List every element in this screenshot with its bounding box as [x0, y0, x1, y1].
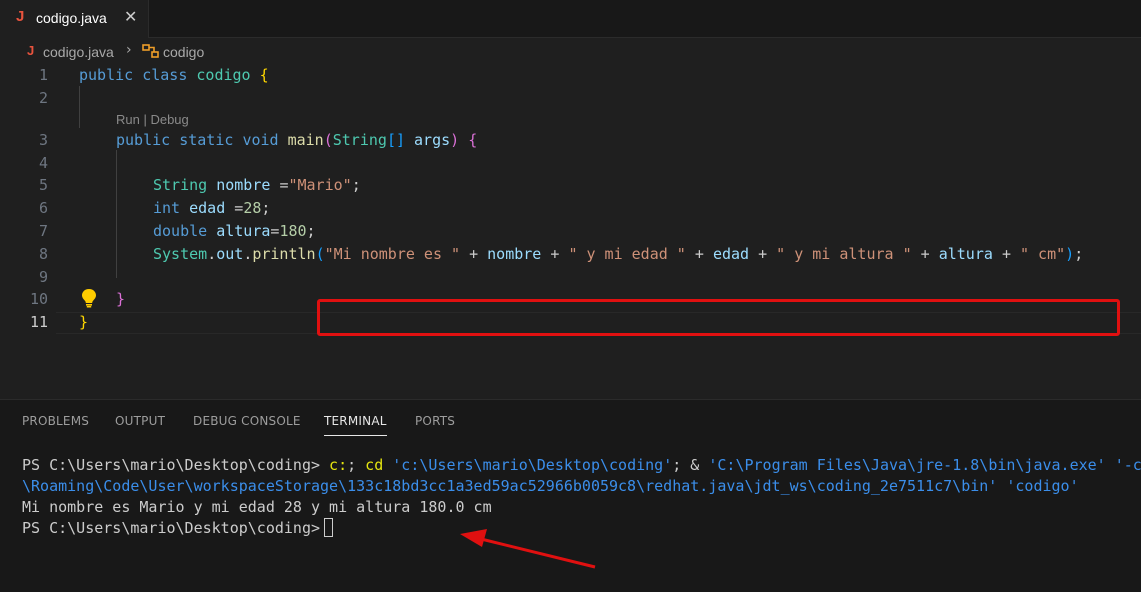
terminal-output-line[interactable]: Mi nombre es Mario y mi edad 28 y mi alt… — [22, 497, 492, 518]
breadcrumb-class[interactable]: codigo — [163, 44, 204, 60]
chevron-right-icon: › — [126, 42, 132, 58]
indent-guide — [79, 86, 80, 128]
tab-ports[interactable]: PORTS — [415, 414, 455, 428]
code-line-8: System.out.println("Mi nombre es " + nom… — [153, 245, 1084, 263]
line-number: 6 — [38, 199, 48, 217]
annotation-arrow-icon — [460, 529, 596, 569]
code-line-6: int edad =28; — [153, 199, 271, 217]
code-line-7: double altura=180; — [153, 222, 316, 240]
code-line-10: } — [116, 290, 126, 308]
tab-terminal[interactable]: TERMINAL — [324, 414, 387, 428]
line-number: 11 — [29, 313, 48, 331]
line-number: 9 — [38, 268, 48, 286]
line-number: 7 — [38, 222, 48, 240]
terminal-cursor — [324, 518, 334, 537]
run-debug-codelens[interactable]: Run | Debug — [116, 112, 189, 127]
code-line-5: String nombre ="Mario"; — [153, 176, 361, 194]
editor-tab-bar: J codigo.java ✕ — [0, 0, 1141, 38]
code-line-1: public class codigo { — [79, 66, 269, 84]
tab-codigo-java[interactable]: J codigo.java ✕ — [0, 0, 149, 38]
java-file-icon: J — [16, 8, 25, 25]
code-line-3: public static void main(String[] args) { — [116, 131, 478, 149]
terminal-prompt-line[interactable]: PS C:\Users\mario\Desktop\coding> — [22, 518, 334, 539]
breadcrumb: J codigo.java › codigo — [0, 40, 1141, 64]
line-number: 2 — [38, 89, 48, 107]
line-number: 10 — [29, 290, 48, 308]
terminal-line-2[interactable]: \Roaming\Code\User\workspaceStorage\133c… — [22, 476, 1079, 497]
class-symbol-icon — [142, 44, 159, 58]
tab-output[interactable]: OUTPUT — [115, 414, 165, 428]
tab-label: codigo.java — [36, 10, 107, 26]
java-file-icon: J — [27, 43, 35, 58]
indent-guide — [116, 150, 117, 278]
line-number: 4 — [38, 154, 48, 172]
tab-problems[interactable]: PROBLEMS — [22, 414, 89, 428]
line-number: 3 — [38, 131, 48, 149]
close-icon[interactable]: ✕ — [124, 7, 137, 26]
code-editor[interactable]: 1 2 3 4 5 6 7 8 9 10 11 public class cod… — [0, 64, 1141, 399]
lightbulb-icon[interactable] — [80, 288, 98, 308]
annotation-highlight-box — [317, 299, 1120, 336]
active-tab-indicator — [324, 435, 387, 436]
line-number: 1 — [38, 66, 48, 84]
breadcrumb-file[interactable]: codigo.java — [43, 44, 114, 60]
line-number: 5 — [38, 176, 48, 194]
line-number: 8 — [38, 245, 48, 263]
code-line-11: } — [79, 313, 89, 331]
tab-debug-console[interactable]: DEBUG CONSOLE — [193, 414, 301, 428]
terminal-line-1[interactable]: PS C:\Users\mario\Desktop\coding> c:; cd… — [22, 455, 1141, 476]
